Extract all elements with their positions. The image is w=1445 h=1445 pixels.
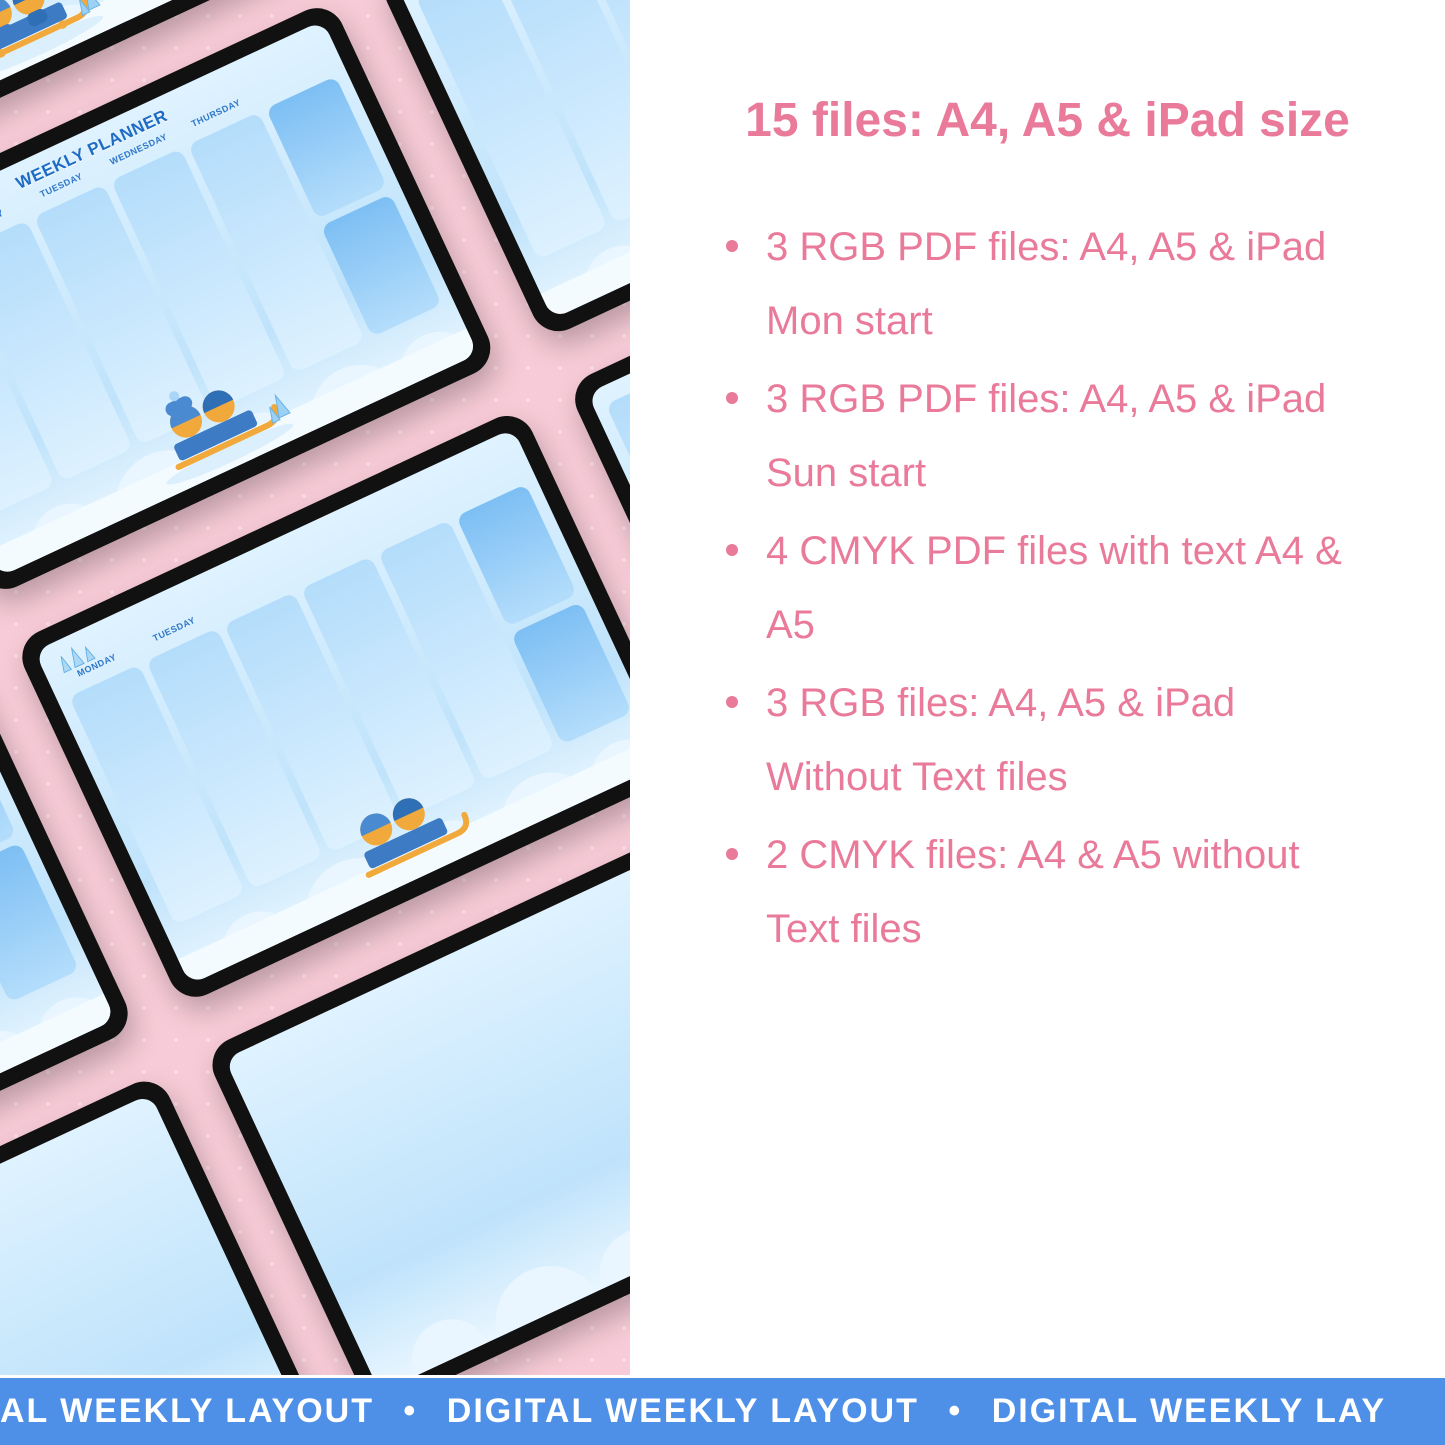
marquee-text: AL WEEKLY LAYOUT • DIGITAL WEEKLY LAYOUT… xyxy=(0,1392,1386,1431)
list-item: 3 RGB PDF files: A4, A5 & iPad Mon start xyxy=(720,210,1375,358)
mockup-panel: WEEKLY PLANNER SUNDAY MONDAY TUESDAY WED… xyxy=(0,0,630,1375)
feature-list: 3 RGB PDF files: A4, A5 & iPad Mon start… xyxy=(720,210,1375,966)
marquee-banner: AL WEEKLY LAYOUT • DIGITAL WEEKLY LAYOUT… xyxy=(0,1375,1445,1445)
list-item: 3 RGB files: A4, A5 & iPad Without Text … xyxy=(720,666,1375,814)
list-item: 3 RGB PDF files: A4, A5 & iPad Sun start xyxy=(720,362,1375,510)
list-item: 2 CMYK files: A4 & A5 without Text files xyxy=(720,818,1375,966)
list-item: 4 CMYK PDF files with text A4 & A5 xyxy=(720,514,1375,662)
description-panel: 15 files: A4, A5 & iPad size 3 RGB PDF f… xyxy=(630,0,1445,1375)
sled-characters-icon xyxy=(0,0,116,92)
heading: 15 files: A4, A5 & iPad size xyxy=(720,90,1375,152)
tablet-grid: WEEKLY PLANNER SUNDAY MONDAY TUESDAY WED… xyxy=(0,0,589,1198)
